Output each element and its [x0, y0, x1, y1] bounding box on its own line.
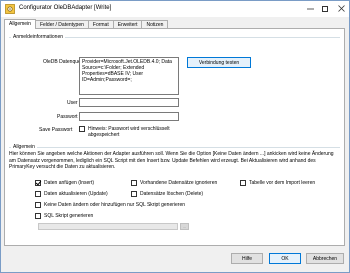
no-change-checkbox[interactable] — [35, 202, 41, 208]
option-sql-script[interactable]: SQL Skript generieren — [35, 213, 93, 219]
settings-app-icon — [5, 4, 15, 14]
sql-path-field[interactable] — [38, 223, 178, 230]
login-group-title: Anmeldeinformationen — [11, 34, 66, 40]
maximize-icon — [322, 5, 328, 12]
login-group: Anmeldeinformationen — [9, 34, 340, 40]
clear-table-label: Tabelle vor dem Import leeren — [249, 180, 316, 186]
option-ignore-existing[interactable]: Vorhandene Datensätze ignorieren — [131, 180, 217, 186]
save-password-label: Save Passwort — [39, 127, 73, 133]
help-button[interactable]: Hilfe — [231, 253, 263, 264]
dialog-footer: Hilfe OK Abbrechen — [1, 247, 349, 272]
general-description: Hier können Sie angeben welche Aktionen … — [9, 151, 334, 170]
minimize-button[interactable] — [303, 2, 317, 15]
tab-panel-allgemein: Anmeldeinformationen OleDB Datenquelle P… — [4, 28, 345, 246]
maximize-button[interactable] — [318, 2, 332, 15]
clear-table-checkbox[interactable] — [240, 180, 246, 186]
sql-browse-button[interactable]: ... — [180, 223, 189, 230]
ok-button[interactable]: OK — [269, 253, 301, 264]
configurator-window: Configurator OleDBAdapter [Write] Allgem… — [0, 0, 350, 273]
sql-script-label: SQL Skript generieren — [44, 213, 94, 219]
cancel-button[interactable]: Abbrechen — [306, 253, 344, 264]
save-password-box[interactable] — [79, 126, 85, 132]
option-clear-table[interactable]: Tabelle vor dem Import leeren — [240, 180, 315, 186]
delete-checkbox[interactable] — [131, 191, 137, 197]
minimize-icon — [306, 8, 314, 10]
save-password-hint: Hinweis: Passwort wird verschlüsselt abg… — [88, 126, 170, 138]
window-title: Configurator OleDBAdapter [Write] — [19, 5, 112, 11]
option-update[interactable]: Daten aktualisieren (Update) — [35, 191, 108, 197]
close-button[interactable] — [334, 2, 348, 15]
close-icon — [337, 5, 345, 12]
update-checkbox[interactable] — [35, 191, 41, 197]
delete-label: Datensätze löschen (Delete) — [140, 191, 204, 197]
save-password-checkbox[interactable]: Hinweis: Passwort wird verschlüsselt abg… — [79, 126, 199, 138]
general-group: Allgemein — [9, 144, 340, 150]
ignore-existing-checkbox[interactable] — [131, 180, 137, 186]
user-field[interactable] — [79, 98, 179, 107]
test-connection-button[interactable]: Verbindung testen — [187, 57, 251, 68]
datasource-textarea[interactable]: Provider=Microsoft.Jet.OLEDB.4.0; Data S… — [79, 57, 179, 95]
sql-script-checkbox[interactable] — [35, 213, 41, 219]
tab-allgemein[interactable]: Allgemein — [4, 19, 36, 29]
no-change-label: Keine Daten ändern oder hinzufügen nur S… — [44, 202, 186, 208]
password-field[interactable] — [79, 112, 179, 121]
title-bar[interactable]: Configurator OleDBAdapter [Write] — [1, 1, 349, 17]
option-delete[interactable]: Datensätze löschen (Delete) — [131, 191, 203, 197]
password-label: Passwort — [57, 114, 78, 120]
update-label: Daten aktualisieren (Update) — [44, 191, 108, 197]
general-group-title: Allgemein — [11, 144, 37, 150]
insert-checkbox[interactable] — [35, 180, 41, 186]
insert-label: Daten anfügen (Insert) — [44, 180, 95, 186]
ignore-existing-label: Vorhandene Datensätze ignorieren — [140, 180, 218, 186]
option-insert[interactable]: Daten anfügen (Insert) — [35, 180, 94, 186]
user-label: User — [67, 100, 78, 106]
option-no-change[interactable]: Keine Daten ändern oder hinzufügen nur S… — [35, 202, 185, 208]
